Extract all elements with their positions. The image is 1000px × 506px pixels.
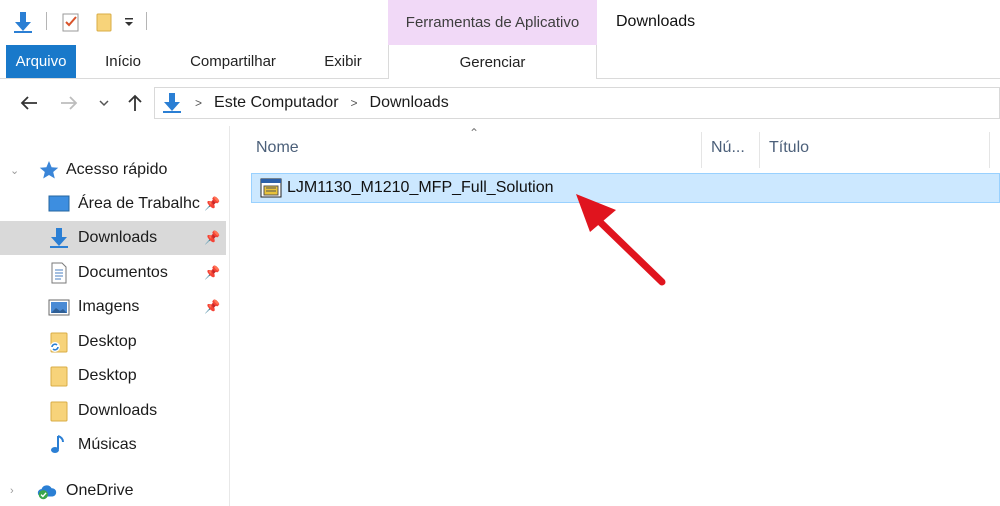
pin-icon[interactable]: 📌 <box>204 230 220 246</box>
recent-locations-dropdown[interactable] <box>96 92 112 114</box>
folder-icon <box>50 366 68 387</box>
window-title: Downloads <box>616 13 696 30</box>
chevron-right-icon: > <box>350 96 358 110</box>
nav-item-documentos[interactable]: Documentos 📌 <box>0 256 226 290</box>
tab-arquivo[interactable]: Arquivo <box>6 45 76 78</box>
quick-access-download-icon[interactable] <box>10 8 36 36</box>
column-header-label: Nú... <box>711 139 745 156</box>
tab-inicio[interactable]: Início <box>92 45 154 78</box>
nav-quick-access[interactable]: ⌄ Acesso rápido <box>0 153 226 187</box>
sync-folder-icon <box>50 332 68 353</box>
ribbon-tabs: Arquivo Início Compartilhar Exibir Geren… <box>0 45 1000 79</box>
nav-item-downloads[interactable]: Downloads <box>0 394 226 428</box>
column-header-nome[interactable]: Nome <box>256 126 701 170</box>
file-list-pane: ⌃ Nome Nú... Título LJM1130_M1210_MFP_Fu… <box>231 126 1000 506</box>
breadcrumb-este-computador[interactable]: Este Computador <box>214 94 339 112</box>
nav-item-desktop[interactable]: Desktop <box>0 359 226 393</box>
navigation-bar: > Este Computador > Downloads <box>0 80 1000 126</box>
star-icon <box>39 161 59 179</box>
nav-item-label: Downloads <box>78 229 158 246</box>
column-header-label: Título <box>769 139 810 156</box>
properties-icon[interactable] <box>58 8 84 36</box>
music-icon <box>51 435 64 453</box>
nav-item-downloads-pinned[interactable]: Downloads 📌 <box>0 221 226 255</box>
pin-icon[interactable]: 📌 <box>204 265 220 281</box>
new-folder-icon[interactable] <box>92 8 118 36</box>
document-icon <box>51 262 67 284</box>
file-name: LJM1130_M1210_MFP_Full_Solution <box>287 179 554 196</box>
context-group-label: Ferramentas de Aplicativo <box>388 0 597 45</box>
nav-onedrive-label: OneDrive <box>66 482 134 499</box>
nav-item-label: Downloads <box>78 402 158 419</box>
chevron-down-icon[interactable]: ⌄ <box>10 164 19 177</box>
customize-toolbar-dropdown[interactable] <box>120 8 138 36</box>
column-header-titulo[interactable]: Título <box>769 126 989 170</box>
pictures-icon <box>48 299 70 316</box>
onedrive-cloud-icon <box>37 485 57 500</box>
column-divider[interactable] <box>701 132 702 168</box>
download-arrow-icon <box>50 228 68 248</box>
tab-exibir[interactable]: Exibir <box>312 45 374 78</box>
nav-item-imagens[interactable]: Imagens 📌 <box>0 290 226 324</box>
folder-icon <box>50 401 68 422</box>
annotation-arrow-icon <box>576 194 666 286</box>
nav-quick-access-label: Acesso rápido <box>66 161 168 178</box>
up-button[interactable] <box>124 92 146 114</box>
forward-button[interactable] <box>58 92 80 114</box>
toolbar-divider <box>46 12 47 30</box>
pin-icon[interactable]: 📌 <box>204 299 220 315</box>
nav-onedrive[interactable]: › OneDrive <box>0 474 226 506</box>
nav-item-label: Imagens <box>78 298 140 315</box>
column-header-label: Nome <box>256 139 299 156</box>
back-button[interactable] <box>18 92 40 114</box>
navigation-pane: ⌄ Acesso rápido Área de Trabalhc 📌 Downl… <box>0 126 230 506</box>
address-bar[interactable]: > Este Computador > Downloads <box>154 87 1000 119</box>
column-divider[interactable] <box>759 132 760 168</box>
installer-icon <box>260 178 282 198</box>
nav-item-label: Área de Trabalhc <box>78 195 200 212</box>
desktop-icon <box>48 195 70 212</box>
breadcrumb-downloads[interactable]: Downloads <box>370 94 449 112</box>
tab-gerenciar[interactable]: Gerenciar <box>388 45 597 79</box>
nav-item-area-de-trabalho[interactable]: Área de Trabalhc 📌 <box>0 187 226 221</box>
nav-item-desktop-sync[interactable]: Desktop <box>0 325 226 359</box>
nav-item-musicas[interactable]: Músicas <box>0 428 226 462</box>
toolbar-divider <box>146 12 147 30</box>
title-bar: Ferramentas de Aplicativo Downloads <box>0 0 1000 45</box>
nav-item-label: Desktop <box>78 333 137 350</box>
tab-compartilhar[interactable]: Compartilhar <box>175 45 291 78</box>
chevron-right-icon[interactable]: › <box>10 485 14 497</box>
chevron-right-icon: > <box>195 96 203 110</box>
nav-item-label: Músicas <box>78 436 137 453</box>
nav-item-label: Documentos <box>78 264 168 281</box>
column-header-numero[interactable]: Nú... <box>711 126 759 170</box>
download-arrow-icon <box>163 93 181 113</box>
nav-item-label: Desktop <box>78 367 137 384</box>
pin-icon[interactable]: 📌 <box>204 196 220 212</box>
column-divider[interactable] <box>989 132 990 168</box>
